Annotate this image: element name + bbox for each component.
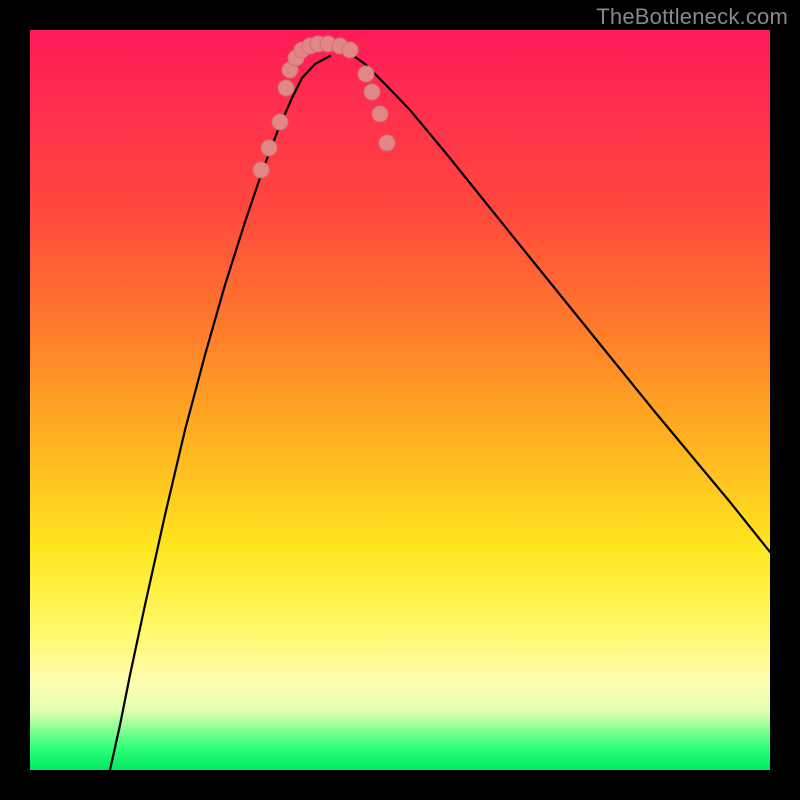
data-point <box>261 140 277 156</box>
data-point <box>372 106 388 122</box>
data-point <box>342 42 358 58</box>
data-point <box>379 135 395 151</box>
data-point <box>253 162 269 178</box>
outer-frame: TheBottleneck.com <box>0 0 800 800</box>
data-point <box>278 80 294 96</box>
plot-area <box>30 30 770 770</box>
data-point <box>358 66 374 82</box>
points-layer <box>30 30 770 770</box>
data-point <box>364 84 380 100</box>
data-point <box>272 114 288 130</box>
watermark-text: TheBottleneck.com <box>596 4 788 30</box>
